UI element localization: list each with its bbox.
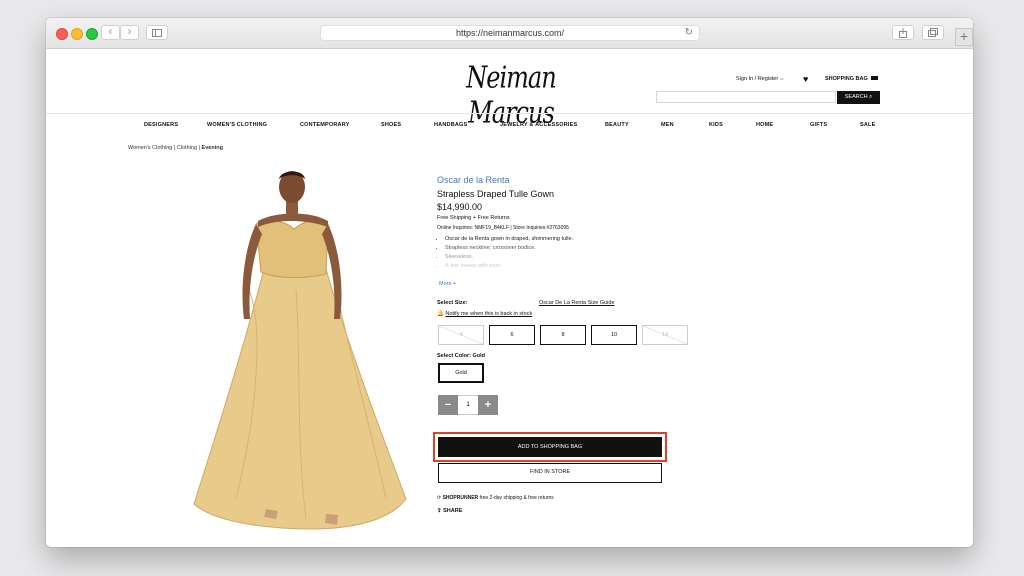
description-bullet: Oscar de la Renta gown in draped, shimme… bbox=[445, 235, 573, 244]
shoprunner-row: ⟳ SHOPRUNNER free 2-day shipping & free … bbox=[437, 495, 554, 501]
heart-icon[interactable]: ♥ bbox=[803, 74, 808, 84]
sign-in-link[interactable]: Sign In / Register ⌵ bbox=[736, 76, 784, 83]
search-button[interactable]: SEARCH ⌕ bbox=[837, 91, 880, 104]
minimize-window-button[interactable] bbox=[71, 28, 83, 40]
breadcrumb-item[interactable]: Clothing bbox=[177, 145, 197, 151]
description-bullet: Sleeveless. bbox=[445, 253, 573, 262]
url-text: https://neimanmarcus.com/ bbox=[455, 28, 565, 38]
size-option[interactable]: 4 bbox=[438, 325, 484, 345]
browser-toolbar: ‹ › https://neimanmarcus.com/ ↻ bbox=[46, 18, 973, 49]
select-size-label: Select Size: bbox=[437, 300, 468, 306]
nav-home[interactable]: HOME bbox=[756, 122, 773, 128]
notify-link[interactable]: Notify me when this is back in stock bbox=[445, 311, 532, 317]
nav-sale[interactable]: SALE bbox=[860, 122, 875, 128]
product-price: $14,990.00 bbox=[437, 202, 483, 212]
share-icon: ⇪ bbox=[437, 508, 442, 514]
description-bullet: Strapless neckline; crossover bodice. bbox=[445, 244, 573, 253]
sidebar-button[interactable] bbox=[146, 25, 168, 40]
shopping-bag-label: SHOPPING BAG bbox=[825, 76, 868, 82]
share-link[interactable]: ⇪ SHARE bbox=[437, 508, 462, 514]
chevron-right-icon: › bbox=[127, 26, 132, 38]
address-bar[interactable]: https://neimanmarcus.com/ ↻ bbox=[320, 25, 700, 41]
shoprunner-text: free 2-day shipping & free returns bbox=[479, 495, 554, 501]
product-name: Strapless Draped Tulle Gown bbox=[437, 189, 555, 199]
shipping-text: Free Shipping + Free Returns bbox=[437, 215, 510, 221]
size-guide-link[interactable]: Oscar De La Renta Size Guide bbox=[539, 300, 615, 306]
nav-contemporary[interactable]: CONTEMPORARY bbox=[300, 122, 350, 128]
nav-shoes[interactable]: SHOES bbox=[381, 122, 401, 128]
nav-designers[interactable]: DESIGNERS bbox=[144, 122, 178, 128]
nav-men[interactable]: MEN bbox=[661, 122, 674, 128]
gown-skirt bbox=[193, 268, 407, 530]
quantity-increase-button[interactable]: + bbox=[478, 395, 498, 415]
back-button[interactable]: ‹ bbox=[101, 25, 120, 40]
share-icon bbox=[899, 28, 907, 38]
size-option[interactable]: 10 bbox=[591, 325, 637, 345]
share-label: SHARE bbox=[443, 508, 463, 514]
quantity-input[interactable]: 1 bbox=[458, 395, 478, 415]
find-in-store-button[interactable]: FIND IN STORE bbox=[438, 463, 662, 483]
reload-icon[interactable]: ↻ bbox=[685, 26, 693, 40]
breadcrumb-item[interactable]: Women's Clothing bbox=[128, 145, 172, 151]
more-link[interactable]: More + bbox=[439, 281, 456, 287]
breadcrumb-current: Evening bbox=[201, 145, 223, 151]
description-bullet: A-line sweep with train. bbox=[445, 262, 573, 271]
share-button[interactable] bbox=[892, 25, 914, 40]
forward-button[interactable]: › bbox=[120, 25, 139, 40]
product-description: Oscar de la Renta gown in draped, shimme… bbox=[437, 235, 573, 271]
close-window-button[interactable] bbox=[56, 28, 68, 40]
size-option[interactable]: 8 bbox=[540, 325, 586, 345]
notify-row: 🔔 Notify me when this is back in stock bbox=[437, 311, 532, 317]
nav-handbags[interactable]: HANDBAGS bbox=[434, 122, 467, 128]
nav-womens-clothing[interactable]: WOMEN'S CLOTHING bbox=[207, 122, 267, 128]
browser-window: ‹ › https://neimanmarcus.com/ ↻ Neiman M… bbox=[46, 18, 973, 547]
tabs-icon bbox=[928, 28, 938, 37]
sidebar-icon bbox=[152, 29, 162, 37]
nav-jewelry-accessories[interactable]: JEWELRY & ACCESSORIES bbox=[500, 122, 577, 128]
breadcrumb: Women's Clothing | Clothing | Evening bbox=[128, 145, 223, 151]
shopping-bag-link[interactable]: SHOPPING BAG bbox=[825, 76, 879, 82]
site-logo[interactable]: Neiman Marcus bbox=[446, 60, 576, 130]
size-option[interactable]: 6 bbox=[489, 325, 535, 345]
product-image[interactable] bbox=[186, 169, 416, 544]
breadcrumb-separator: | bbox=[173, 145, 176, 151]
search-input[interactable] bbox=[656, 91, 836, 103]
new-tab-button[interactable]: + bbox=[955, 28, 973, 46]
bell-icon: 🔔 bbox=[437, 311, 444, 317]
quantity-decrease-button[interactable]: − bbox=[438, 395, 458, 415]
chevron-left-icon: ‹ bbox=[108, 26, 113, 38]
breadcrumb-separator: | bbox=[198, 145, 201, 151]
product-brand[interactable]: Oscar de la Renta bbox=[437, 175, 510, 185]
shoprunner-icon: ⟳ bbox=[437, 495, 442, 501]
header-divider bbox=[46, 113, 973, 114]
size-option[interactable]: 14 bbox=[642, 325, 688, 345]
tabs-button[interactable] bbox=[922, 25, 944, 40]
shoprunner-brand[interactable]: SHOPRUNNER bbox=[443, 495, 479, 501]
zoom-window-button[interactable] bbox=[86, 28, 98, 40]
nav-kids[interactable]: KIDS bbox=[709, 122, 723, 128]
gown-bodice bbox=[255, 219, 329, 279]
color-option-gold[interactable]: Gold bbox=[438, 363, 484, 383]
nav-beauty[interactable]: BEAUTY bbox=[605, 122, 629, 128]
bag-icon bbox=[871, 76, 879, 80]
select-color-label: Select Color: Gold bbox=[437, 353, 485, 359]
product-page: Neiman Marcus Sign In / Register ⌵ ♥ SHO… bbox=[46, 49, 973, 547]
highlight-box bbox=[433, 432, 667, 462]
nav-gifts[interactable]: GIFTS bbox=[810, 122, 827, 128]
inquiries-text: Online Inquiries: NMF19_B4KLF | Store In… bbox=[437, 225, 569, 231]
